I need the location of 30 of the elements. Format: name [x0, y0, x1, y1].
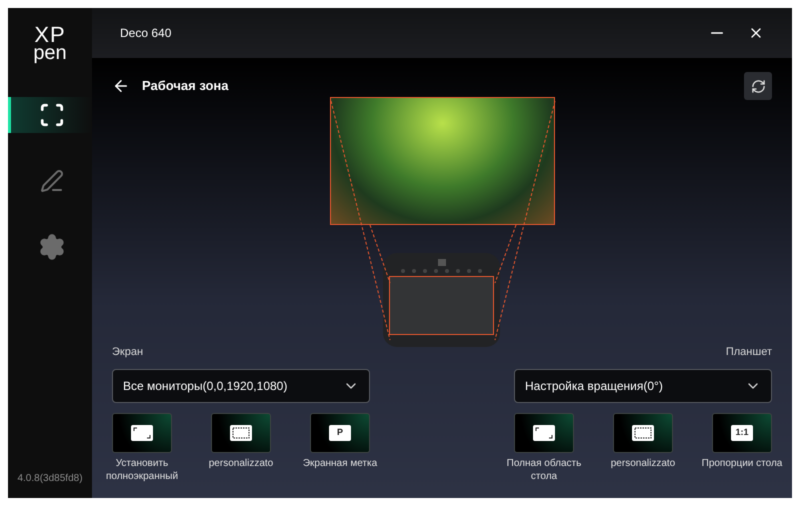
logo: XP pen — [33, 26, 67, 62]
option-label: Экранная метка — [302, 456, 378, 470]
option-label: personalizzato — [610, 456, 676, 470]
pen-icon — [40, 169, 64, 193]
dropdown[interactable]: Настройка вращения(0°) — [514, 368, 772, 402]
custom-area-icon — [632, 424, 654, 440]
area-option-button[interactable] — [613, 412, 673, 452]
dropdown[interactable]: Все мониторы(0,0,1920,1080) — [112, 368, 370, 402]
area-option-button[interactable] — [211, 412, 271, 452]
label-icon: P — [329, 424, 351, 440]
refresh-icon — [750, 78, 766, 94]
section-label: Планшет — [726, 345, 772, 360]
area-option-button[interactable] — [514, 412, 574, 452]
fullscreen-icon — [38, 102, 64, 128]
option-label: Установить полноэкранный — [104, 456, 180, 482]
version-text: 4.0.8(3d85fd8) — [17, 472, 83, 486]
option-label: personalizzato — [208, 456, 274, 470]
custom-area-icon — [230, 424, 252, 440]
fullscreen-area-icon — [131, 424, 153, 440]
section-label: Экран — [112, 345, 144, 360]
option-label: Полная область стола — [506, 456, 582, 482]
area-option-button[interactable]: P — [310, 412, 370, 452]
label-icon: 1:1 — [731, 424, 753, 440]
refresh-button[interactable] — [744, 72, 772, 100]
area-option-button[interactable]: 1:1 — [712, 412, 772, 452]
option-label: Пропорции стола — [700, 456, 784, 470]
fullscreen-area-icon — [533, 424, 555, 440]
area-option-button[interactable] — [112, 412, 172, 452]
window-title: Deco 640 — [120, 25, 172, 42]
page-title: Рабочая зона — [142, 77, 229, 96]
